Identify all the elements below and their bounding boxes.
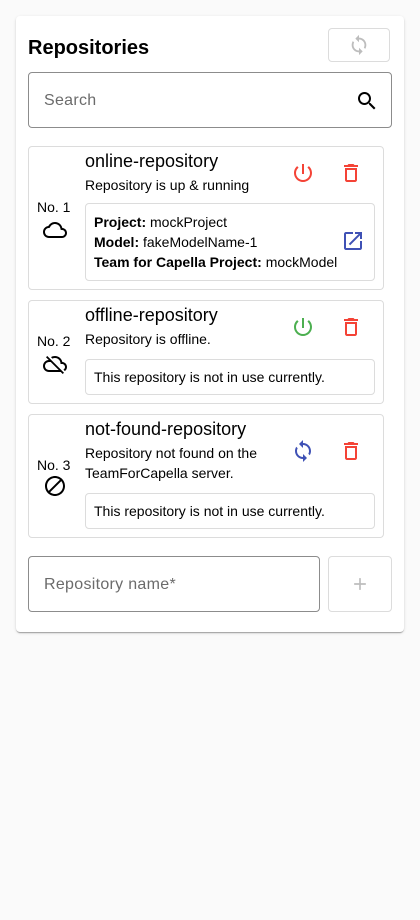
- page-title: Repositories: [28, 37, 150, 59]
- delete-icon[interactable]: [339, 161, 363, 185]
- repositories-panel: Repositories Search No. 1 online-reposit…: [16, 16, 404, 632]
- repository-card: No. 3 not-found-repository Repository no…: [28, 414, 384, 538]
- repository-number: No. 2: [37, 333, 71, 349]
- delete-icon[interactable]: [339, 315, 363, 339]
- repository-status: Repository not found on the TeamForCapel…: [85, 445, 258, 481]
- repository-card: No. 1 online-repository Repository is up…: [28, 146, 384, 290]
- delete-icon[interactable]: [339, 439, 363, 463]
- sync-icon[interactable]: [291, 439, 315, 463]
- repository-card: No. 2 offline-repository Repository is o…: [28, 300, 384, 404]
- detail-model: Model: fakeModelName-1: [94, 234, 258, 250]
- block-icon: [45, 476, 65, 496]
- repository-status: Repository is up & running: [85, 177, 250, 193]
- repository-name: online-repository: [85, 151, 219, 171]
- add-repository-button[interactable]: [328, 556, 392, 612]
- sync-icon: [351, 34, 367, 56]
- repository-name: offline-repository: [85, 305, 218, 325]
- cloud-off-icon: [43, 356, 67, 374]
- power-icon[interactable]: [291, 161, 315, 185]
- repository-details: Project: mockProject Model: fakeModelNam…: [85, 203, 375, 281]
- repository-number: No. 1: [37, 199, 71, 215]
- repository-name-placeholder: Repository name*: [44, 576, 176, 593]
- plus-icon: [354, 578, 366, 590]
- search-input[interactable]: Search: [28, 72, 392, 128]
- detail-team-project: Team for Capella Project: mockModel: [94, 254, 338, 270]
- info-message: This repository is not in use currently.: [94, 369, 325, 385]
- detail-project: Project: mockProject: [94, 214, 228, 230]
- cloud-icon: [43, 222, 67, 238]
- repository-name: not-found-repository: [85, 419, 247, 439]
- repository-status: Repository is offline.: [85, 331, 211, 347]
- search-placeholder: Search: [44, 92, 97, 109]
- open-in-new-icon[interactable]: [341, 229, 365, 253]
- repository-number: No. 3: [37, 457, 71, 473]
- search-icon[interactable]: [355, 89, 379, 113]
- repository-info: This repository is not in use currently.: [85, 493, 375, 529]
- info-message: This repository is not in use currently.: [94, 503, 325, 519]
- repository-name-input[interactable]: Repository name*: [28, 556, 320, 612]
- power-icon[interactable]: [291, 315, 315, 339]
- repository-info: This repository is not in use currently.: [85, 359, 375, 395]
- refresh-button[interactable]: [328, 28, 390, 62]
